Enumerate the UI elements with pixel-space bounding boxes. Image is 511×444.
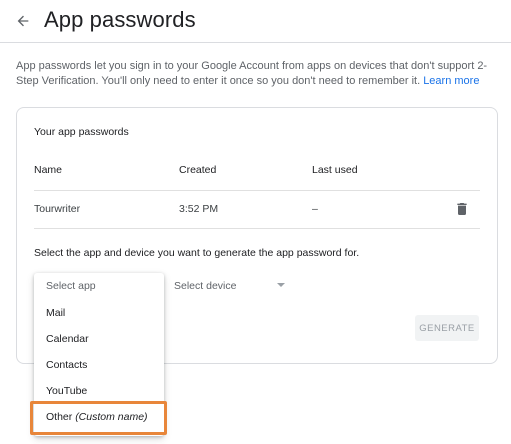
generate-button[interactable]: GENERATE [415,315,479,341]
select-device-label: Select device [174,280,237,292]
generate-instruction: Select the app and device you want to ge… [34,247,360,259]
back-button[interactable] [12,10,34,32]
select-app-menu: Select app Mail Calendar Contacts YouTub… [34,273,164,436]
menu-item-calendar[interactable]: Calendar [34,325,164,351]
row-last-used: – [312,203,318,215]
column-header-created: Created [179,164,217,176]
column-header-name: Name [34,164,63,176]
other-label: Other [46,411,73,423]
menu-item-label: Mail [46,307,66,319]
app-passwords-page: App passwords App passwords let you sign… [0,0,511,444]
learn-more-link[interactable]: Learn more [423,75,479,87]
page-header: App passwords [0,0,511,43]
delete-password-button[interactable] [454,201,470,217]
menu-item-label: Calendar [46,333,89,345]
menu-item-contacts[interactable]: Contacts [34,351,164,377]
row-app-name: Tourwriter [34,203,81,215]
menu-item-label: YouTube [46,385,88,397]
page-description: App passwords let you sign in to your Go… [16,59,502,89]
card-title: Your app passwords [34,126,129,138]
table-divider [34,228,480,229]
column-header-last-used: Last used [312,164,358,176]
menu-item-label: Contacts [46,359,88,371]
trash-icon [457,203,467,215]
menu-item-other[interactable]: Other (Custom name) [34,403,164,429]
menu-item-label: Other (Custom name) [46,411,148,423]
row-created: 3:52 PM [179,203,219,215]
select-device-dropdown[interactable]: Select device [174,272,292,298]
description-text: App passwords let you sign in to your Go… [16,60,488,87]
arrow-left-icon [17,15,29,27]
menu-item-mail[interactable]: Mail [34,299,164,325]
other-suffix: (Custom name) [75,411,148,423]
page-title: App passwords [44,7,196,32]
menu-item-youtube[interactable]: YouTube [34,377,164,403]
table-divider [34,190,480,191]
caret-down-icon [277,283,285,287]
select-app-menu-header: Select app [46,280,96,292]
